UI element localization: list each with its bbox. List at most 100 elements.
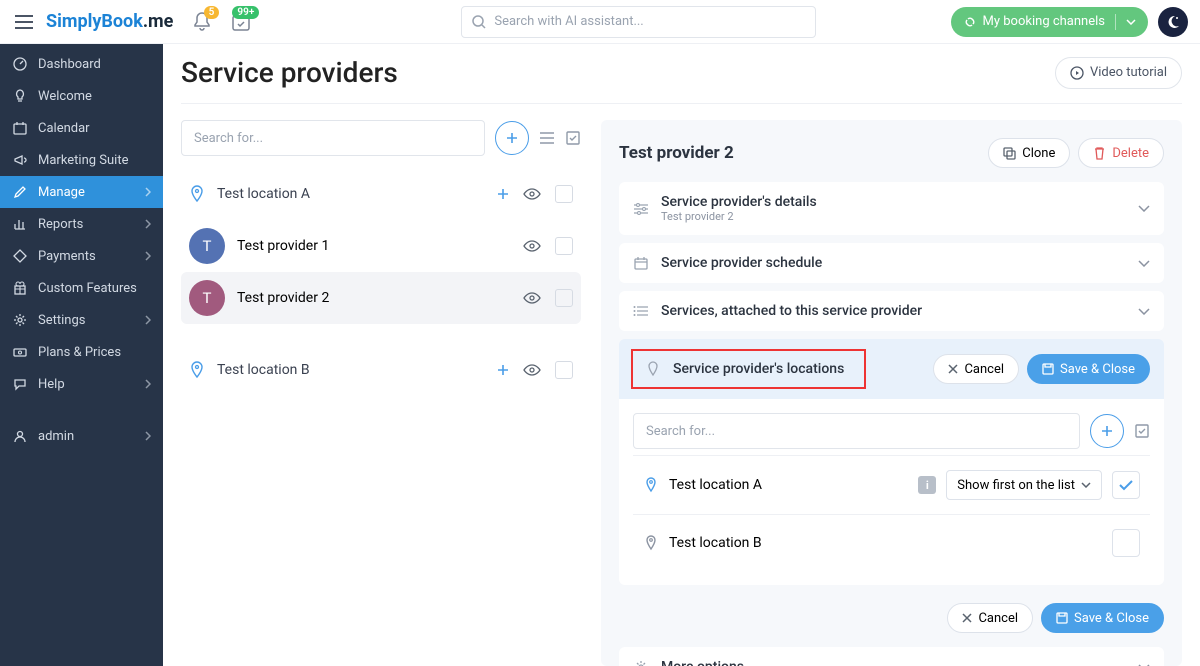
logo-text-b: .me [143, 11, 174, 32]
location-item[interactable]: Test location A i Show first on the list [633, 455, 1150, 514]
page-title: Service providers [181, 56, 398, 89]
delete-button[interactable]: Delete [1078, 138, 1164, 168]
cancel-button[interactable]: Cancel [933, 354, 1019, 384]
visibility-toggle[interactable] [523, 188, 541, 200]
chevron-right-icon [145, 315, 151, 325]
logo-text-a: SimplyBook [46, 11, 143, 32]
pin-icon [643, 477, 659, 493]
save-close-button[interactable]: Save & Close [1027, 354, 1150, 384]
gift-icon [12, 280, 28, 296]
visibility-toggle[interactable] [523, 292, 541, 304]
list-row-location[interactable]: Test location A [181, 168, 581, 220]
sidebar-item-dashboard[interactable]: Dashboard [0, 48, 163, 80]
card-icon [12, 248, 28, 264]
menu-toggle[interactable] [12, 10, 36, 34]
accordion-title: More options [661, 659, 744, 666]
video-tutorial-button[interactable]: Video tutorial [1055, 57, 1182, 89]
delete-label: Delete [1112, 146, 1149, 161]
select-label: Show first on the list [957, 478, 1075, 493]
pin-icon [645, 361, 661, 377]
list-row-provider[interactable]: T Test provider 2 [181, 272, 581, 324]
accordion-details[interactable]: Service provider's details Test provider… [619, 182, 1164, 235]
cancel-button[interactable]: Cancel [947, 603, 1033, 633]
location-checkbox[interactable] [1112, 529, 1140, 557]
sidebar-label: Welcome [38, 89, 92, 104]
sidebar-label: Reports [38, 217, 83, 232]
global-search-input[interactable]: Search with AI assistant... [461, 6, 816, 38]
dashboard-icon [12, 56, 28, 72]
sidebar-item-manage[interactable]: Manage [0, 176, 163, 208]
add-provider-button[interactable] [495, 121, 529, 155]
tasks-button[interactable]: 99+ [231, 12, 251, 32]
copy-icon [1003, 147, 1016, 160]
plus-icon [497, 364, 509, 376]
row-checkbox[interactable] [555, 289, 573, 307]
logo[interactable]: SimplyBook.me [46, 11, 173, 32]
location-label: Test location B [669, 535, 762, 551]
sidebar-item-calendar[interactable]: Calendar [0, 112, 163, 144]
sidebar-item-welcome[interactable]: Welcome [0, 80, 163, 112]
cancel-label: Cancel [978, 611, 1018, 626]
bulb-icon [12, 88, 28, 104]
accordion-title: Services, attached to this service provi… [661, 303, 922, 319]
sidebar-item-help[interactable]: Help [0, 368, 163, 400]
row-checkbox[interactable] [555, 361, 573, 379]
select-all-locations-button[interactable] [1134, 423, 1150, 439]
accordion-schedule[interactable]: Service provider schedule [619, 243, 1164, 283]
list-row-provider[interactable]: T Test provider 1 [181, 220, 581, 272]
save-close-button[interactable]: Save & Close [1041, 603, 1164, 633]
avatar: T [189, 280, 225, 316]
sidebar-item-reports[interactable]: Reports [0, 208, 163, 240]
sidebar-label: Settings [38, 313, 85, 328]
add-location-button[interactable] [1090, 414, 1124, 448]
save-label: Save & Close [1074, 611, 1149, 626]
check-icon [1119, 480, 1133, 491]
location-search-input[interactable]: Search for... [633, 413, 1080, 449]
chat-icon [12, 376, 28, 392]
row-checkbox[interactable] [555, 185, 573, 203]
sidebar-item-marketing[interactable]: Marketing Suite [0, 144, 163, 176]
sidebar-item-custom-features[interactable]: Custom Features [0, 272, 163, 304]
chevron-right-icon [145, 219, 151, 229]
megaphone-icon [12, 152, 28, 168]
add-to-location-button[interactable] [497, 364, 509, 376]
notifications-button[interactable]: 5 [193, 12, 211, 32]
row-checkbox[interactable] [555, 237, 573, 255]
sidebar-item-admin[interactable]: admin [0, 420, 163, 452]
provider-search-input[interactable]: Search for... [181, 120, 485, 156]
sliders-icon [633, 201, 649, 217]
booking-channels-label: My booking channels [983, 14, 1105, 29]
theme-toggle[interactable] [1158, 7, 1188, 37]
accordion-locations[interactable]: Service provider's locations Cancel Save… [619, 339, 1164, 399]
booking-channels-button[interactable]: My booking channels [951, 7, 1148, 37]
priority-select[interactable]: Show first on the list [946, 470, 1102, 500]
divider [1115, 14, 1116, 30]
sidebar-item-payments[interactable]: Payments [0, 240, 163, 272]
list-menu-button[interactable] [539, 131, 555, 145]
sidebar-item-settings[interactable]: Settings [0, 304, 163, 336]
checkbox-icon [1134, 423, 1150, 439]
visibility-toggle[interactable] [523, 240, 541, 252]
select-all-button[interactable] [565, 130, 581, 146]
accordion-services[interactable]: Services, attached to this service provi… [619, 291, 1164, 331]
save-label: Save & Close [1060, 362, 1135, 377]
eye-icon [523, 188, 541, 200]
search-icon [472, 15, 486, 29]
visibility-toggle[interactable] [523, 364, 541, 376]
list-row-label: Test location B [217, 362, 310, 378]
location-checkbox[interactable] [1112, 471, 1140, 499]
sidebar-item-plans[interactable]: Plans & Prices [0, 336, 163, 368]
chevron-right-icon [145, 251, 151, 261]
list-icon [539, 131, 555, 145]
accordion-title: Service provider's details [661, 194, 817, 210]
clone-button[interactable]: Clone [988, 138, 1070, 168]
user-icon [12, 428, 28, 444]
accordion-more-options[interactable]: More options [619, 647, 1164, 666]
gear-icon [12, 312, 28, 328]
info-icon[interactable]: i [918, 476, 936, 494]
list-row-location[interactable]: Test location B [181, 344, 581, 396]
add-to-location-button[interactable] [497, 188, 509, 200]
location-item[interactable]: Test location B [633, 514, 1150, 571]
eye-icon [523, 240, 541, 252]
video-tutorial-label: Video tutorial [1090, 65, 1167, 80]
